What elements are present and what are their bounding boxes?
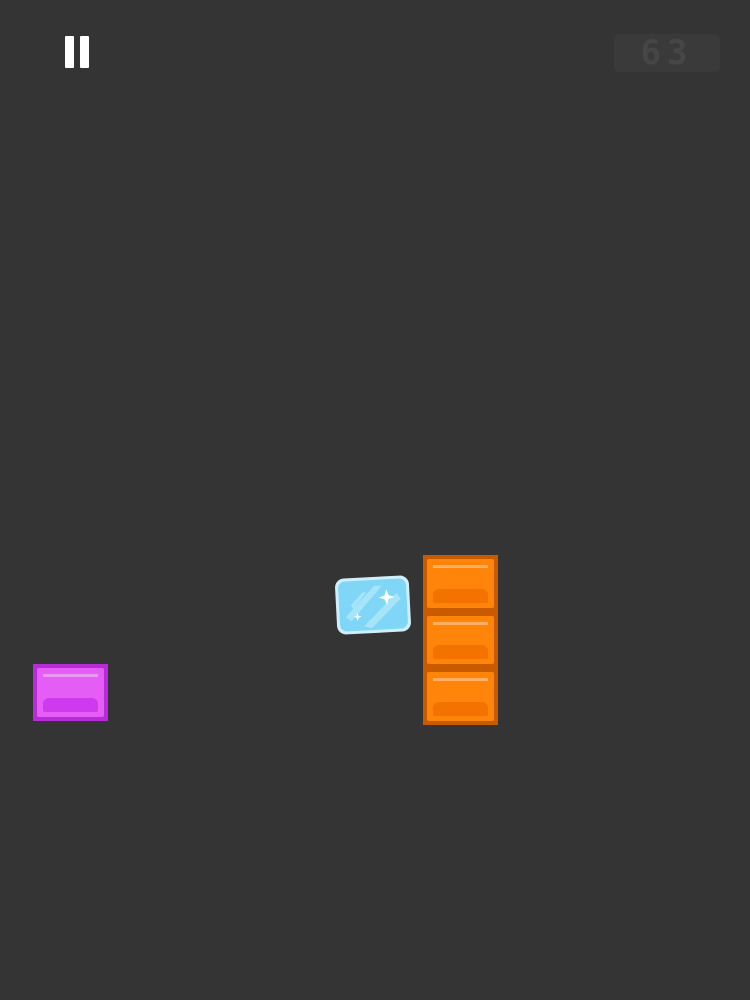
magenta-block — [33, 664, 108, 721]
ice-block-graphic — [335, 575, 411, 635]
orange-block-face — [427, 672, 494, 721]
orange-block-shade — [433, 702, 488, 716]
orange-block-shade — [433, 645, 488, 659]
orange-block-middle — [423, 612, 498, 668]
orange-block-shine — [433, 565, 488, 568]
orange-block-top — [423, 555, 498, 612]
orange-block-face — [427, 616, 494, 664]
orange-block-bottom — [423, 668, 498, 725]
score-value: 63 — [640, 33, 694, 73]
orange-block-face — [427, 559, 494, 608]
pause-icon — [58, 32, 98, 72]
magenta-block-face — [37, 668, 104, 717]
orange-block-shine — [433, 622, 488, 625]
orange-block-shine — [433, 678, 488, 681]
pause-icon-bar-left — [65, 36, 74, 68]
ice-block[interactable] — [334, 574, 413, 636]
magenta-block-shade — [43, 698, 98, 712]
score-display: 63 — [614, 33, 720, 73]
pause-button[interactable] — [58, 32, 98, 72]
pause-icon-bar-right — [80, 36, 89, 68]
orange-block-shade — [433, 589, 488, 603]
game-screen[interactable]: 63 — [0, 0, 750, 1000]
magenta-block-shine — [43, 674, 98, 677]
